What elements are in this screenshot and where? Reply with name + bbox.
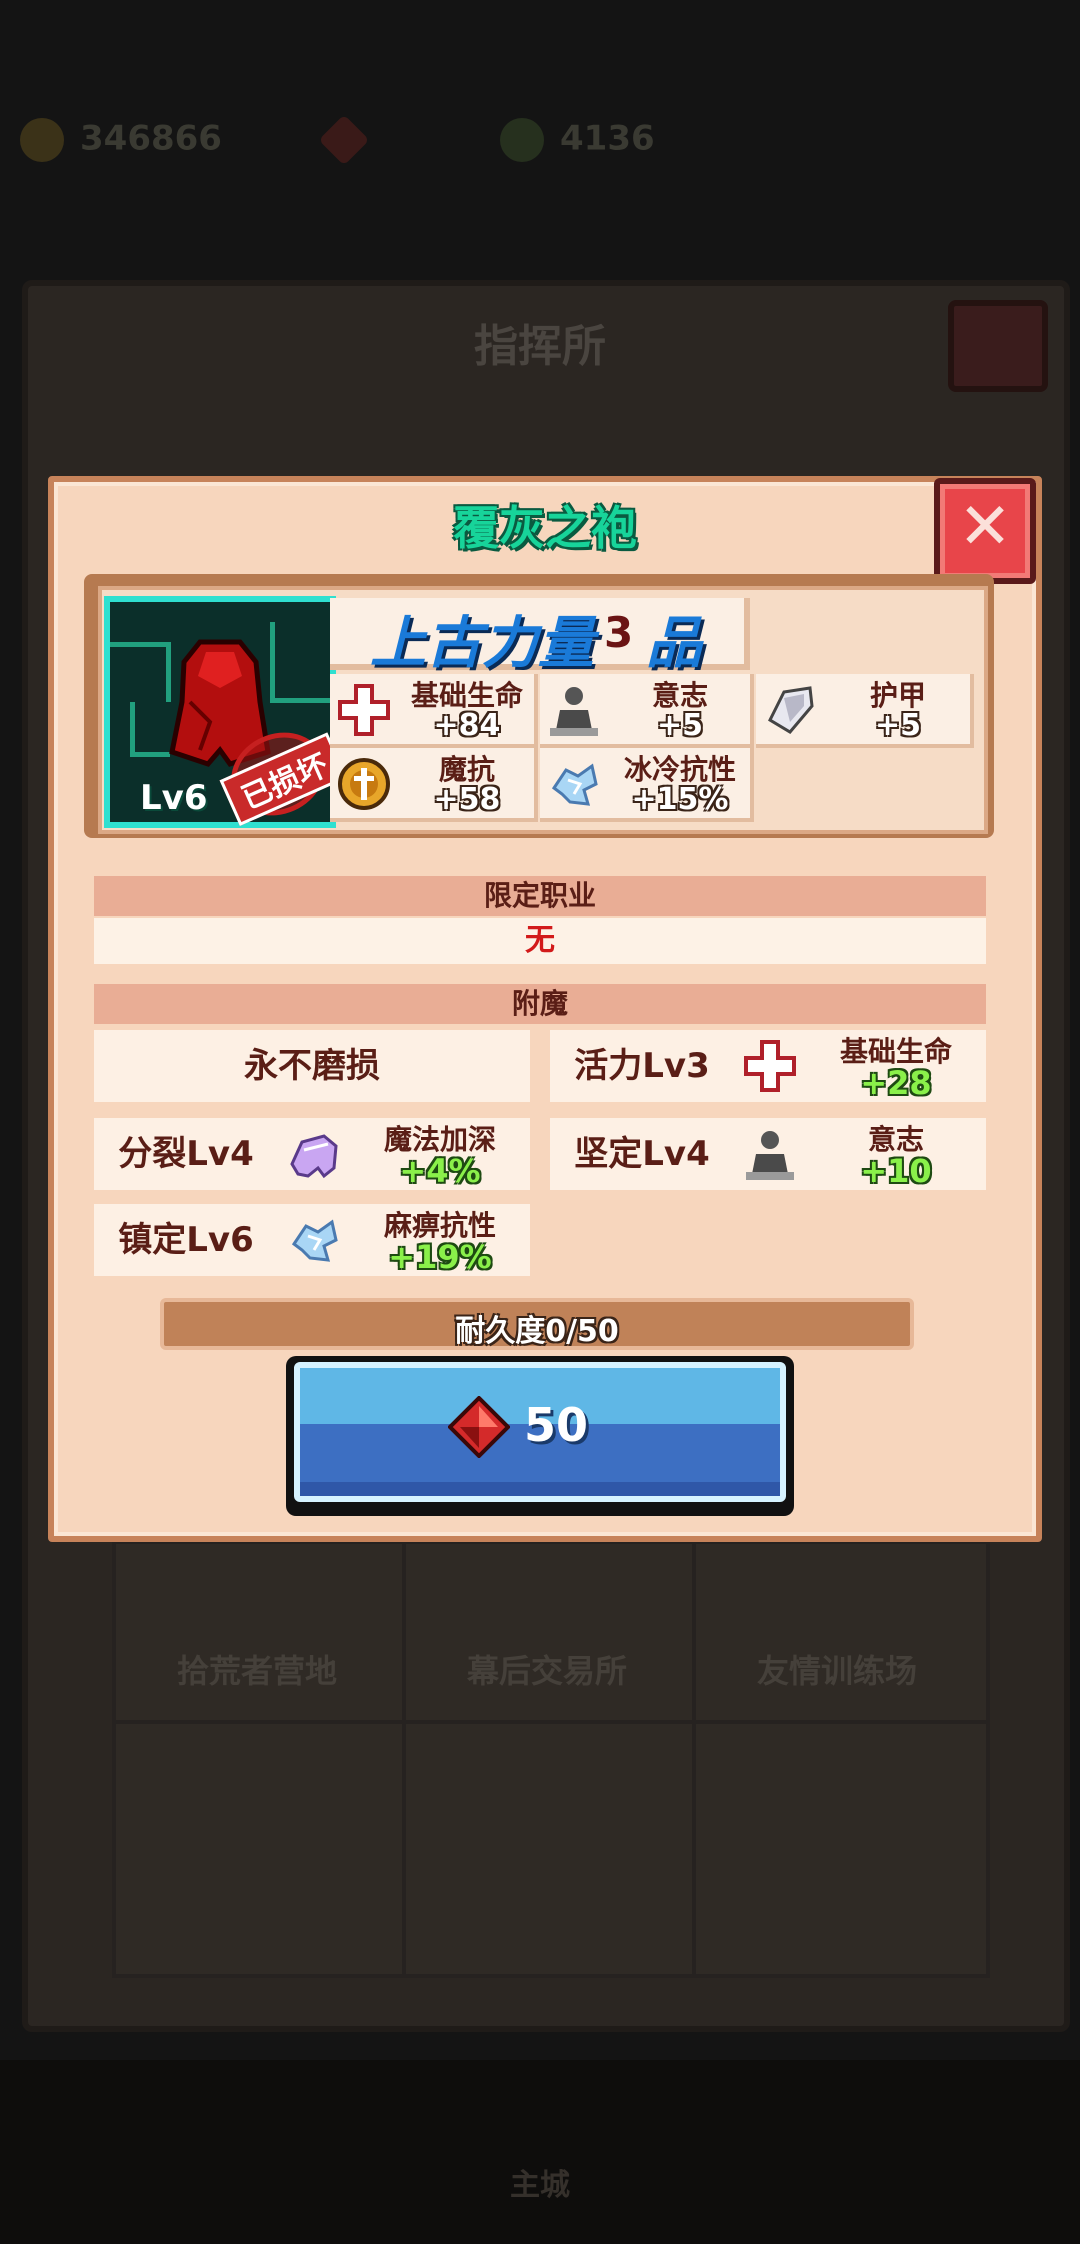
health-cross-icon: [338, 684, 390, 736]
armor-shard-icon: [768, 686, 814, 734]
repair-cost: 50: [524, 1398, 589, 1452]
will-figure-icon: [550, 687, 598, 736]
building-card: [402, 1720, 700, 1978]
enchant-name: 永不磨损: [244, 1046, 380, 1086]
bottom-nav: [0, 2060, 1080, 2244]
enchant-entry: 镇定Lv6 麻痹抗性 +19%: [94, 1204, 530, 1276]
class-restriction-header: 限定职业: [94, 876, 986, 916]
item-title: 覆灰之袍: [453, 501, 637, 555]
enchant-stat-value: +28: [860, 1064, 932, 1102]
building-card: [112, 1720, 410, 1978]
panel-close-button: [948, 300, 1048, 392]
stat-health: 基础生命 +84: [330, 674, 538, 748]
enchant-entry: 坚定Lv4 意志 +10: [550, 1118, 986, 1190]
magic-beast-icon: [290, 1134, 338, 1179]
durability-text: 耐久度0/50: [455, 1314, 619, 1349]
stat-value: +5: [656, 708, 703, 743]
item-quality: 上古力量 3 品: [330, 598, 750, 676]
building-card: [692, 1720, 990, 1978]
quality-suffix: 品: [646, 611, 702, 676]
enchant-stat-value: +19%: [388, 1238, 492, 1276]
will-figure-icon: [746, 1131, 794, 1180]
bottom-nav-label: 主城: [510, 2168, 570, 2203]
item-portrait: Lv6 已损坏: [104, 596, 348, 831]
energy-counter: 4136: [500, 118, 655, 162]
enchant-name: 活力Lv3: [550, 1030, 734, 1102]
item-level: Lv6: [140, 778, 208, 818]
stat-magic-resist: 魔抗 +58: [330, 748, 538, 822]
panel-title: 指挥所: [474, 321, 606, 372]
stat-value: +15%: [631, 782, 729, 817]
building-label: 拾荒者营地: [176, 1652, 337, 1690]
enchant-name: 分裂Lv4: [118, 1134, 254, 1174]
enchant-header: 附魔: [94, 984, 986, 1024]
energy-icon: [500, 118, 544, 162]
enchant-stat-value: +10: [860, 1152, 932, 1190]
stat-value: +58: [433, 782, 501, 817]
coin-icon: [20, 118, 64, 162]
stat-value: +84: [433, 708, 501, 743]
durability-bar: 耐久度0/50: [160, 1298, 914, 1350]
stat-will: 意志 +5: [540, 674, 754, 748]
health-cross-icon: [744, 1040, 796, 1092]
enchant-entry: 永不磨损: [94, 1030, 530, 1102]
close-icon: ✕: [958, 490, 1012, 564]
enchant-name: 镇定Lv6: [118, 1220, 254, 1260]
enchant-stat-value: +4%: [399, 1152, 481, 1190]
enchant-entry: 分裂Lv4 魔法加深 +4%: [94, 1118, 530, 1190]
stat-armor: 护甲 +5: [756, 674, 974, 748]
building-label: 幕后交易所: [466, 1652, 627, 1690]
ice-crystal-icon: [551, 763, 598, 806]
red-gem-icon: [448, 1396, 510, 1458]
stat-value: +5: [874, 708, 921, 743]
building-label: 友情训练场: [756, 1652, 917, 1690]
gem-icon: [318, 114, 370, 165]
quality-text: 上古力量: [370, 611, 594, 676]
close-button[interactable]: ✕: [934, 478, 1036, 584]
gem-counter: [318, 114, 378, 165]
enchant-name: 坚定Lv4: [574, 1134, 710, 1174]
enchant-entry: 活力Lv3 基础生命 +28: [550, 1030, 986, 1102]
class-restriction-value: 无: [94, 918, 986, 964]
quality-grade: 3: [604, 608, 634, 657]
magic-resist-orb-icon: [338, 758, 390, 810]
repair-button[interactable]: 50: [286, 1356, 794, 1516]
resource-bar: 346866 4136: [0, 100, 1080, 180]
stat-cold-resist: 冰冷抗性 +15%: [540, 748, 754, 822]
ice-crystal-icon: [291, 1219, 338, 1262]
coin-counter: 346866: [20, 118, 222, 162]
